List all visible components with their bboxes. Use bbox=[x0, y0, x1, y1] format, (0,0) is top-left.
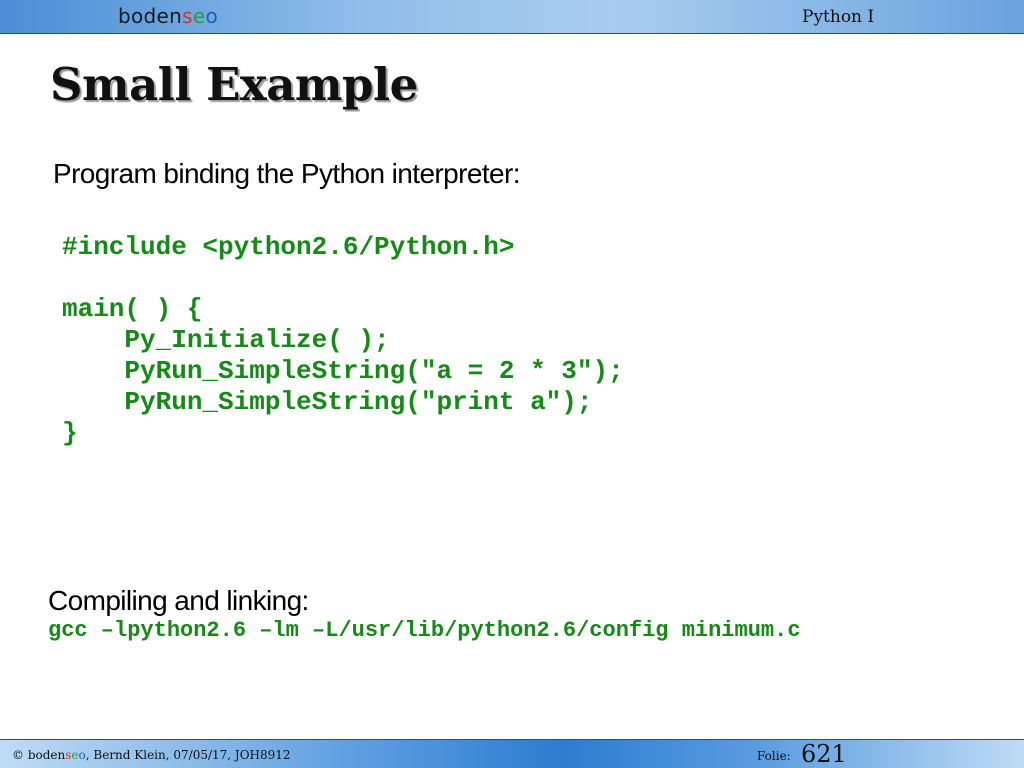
folie-number: 621 bbox=[801, 740, 847, 768]
folie-label: Folie: bbox=[757, 749, 791, 763]
course-title: Python I bbox=[802, 7, 875, 27]
code-line: PyRun_SimpleString("a = 2 * 3"); bbox=[62, 356, 624, 386]
intro-text: Program binding the Python interpreter: bbox=[53, 158, 520, 189]
code-line: } bbox=[62, 418, 78, 448]
code-line: Py_Initialize( ); bbox=[62, 325, 390, 355]
footer-bar: © bodenseo, Bernd Klein, 07/05/17, JOH89… bbox=[0, 739, 1024, 768]
compile-label: Compiling and linking: bbox=[48, 585, 309, 616]
code-line: PyRun_SimpleString("print a"); bbox=[62, 387, 593, 417]
code-block: #include <python2.6/Python.h> main( ) { … bbox=[62, 232, 624, 449]
code-line: #include <python2.6/Python.h> bbox=[62, 232, 515, 262]
header-bar: bodenseo Python I bbox=[0, 0, 1024, 34]
slide-title: Small Example bbox=[50, 58, 418, 111]
bodenseo-logo: bodenseo bbox=[118, 4, 218, 28]
code-line: main( ) { bbox=[62, 294, 203, 324]
footer-info: © bodenseo, Bernd Klein, 07/05/17, JOH89… bbox=[12, 748, 291, 762]
compile-command: gcc –lpython2.6 –lm –L/usr/lib/python2.6… bbox=[48, 618, 801, 643]
